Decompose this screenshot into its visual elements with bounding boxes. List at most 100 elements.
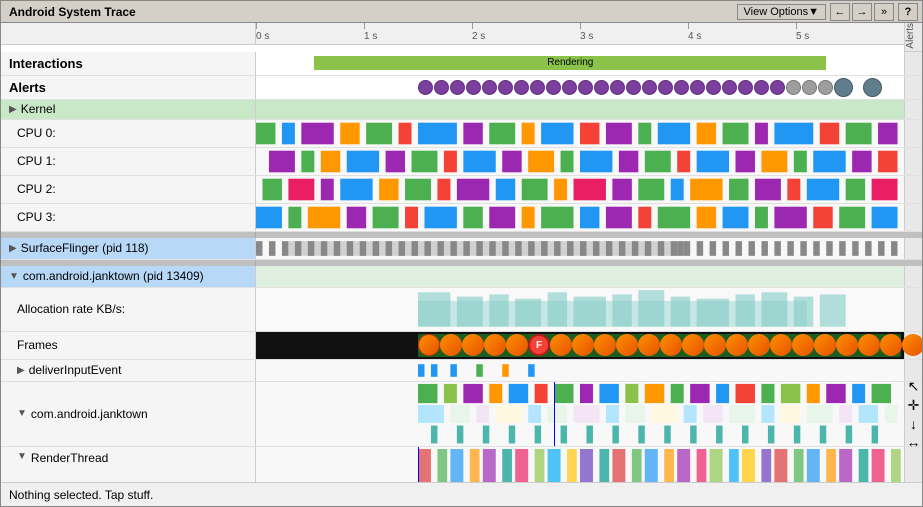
cpu2-label[interactable]: CPU 2:	[1, 176, 256, 203]
deliver-arrow: ▶	[17, 365, 25, 376]
frame-circle	[704, 334, 726, 356]
toolbar: View Options▼ ← → » ?	[737, 3, 919, 21]
app-window: Android System Trace View Options▼ ← → »…	[0, 0, 923, 507]
frame-circle	[682, 334, 704, 356]
frame-circle	[902, 334, 922, 356]
nav-buttons: ← → »	[830, 3, 894, 21]
janktown-trace-label[interactable]: ▼ com.android.janktown	[1, 382, 256, 446]
surfaceflinger-content[interactable]	[256, 238, 904, 259]
cpu1-trace	[256, 148, 904, 175]
alert-circle-large2	[863, 78, 882, 97]
interactions-label[interactable]: Interactions	[1, 52, 256, 75]
cpu3-spacer	[904, 204, 922, 231]
kernel-row: ▶ Kernel	[1, 100, 922, 120]
alerts-row: Alerts	[1, 76, 922, 100]
render-trace-svg	[256, 447, 904, 482]
cpu0-trace	[256, 120, 904, 147]
alert-circle	[482, 80, 497, 95]
nav-forward-button[interactable]: »	[874, 3, 894, 21]
kernel-label[interactable]: ▶ Kernel	[1, 100, 256, 119]
frame-circle	[660, 334, 682, 356]
cpu0-label[interactable]: CPU 0:	[1, 120, 256, 147]
alloc-chart	[256, 288, 904, 331]
alloc-label[interactable]: Allocation rate KB/s:	[1, 288, 256, 331]
surfaceflinger-row: ▶ SurfaceFlinger (pid 118)	[1, 238, 922, 260]
alert-circle	[546, 80, 561, 95]
tick-1s: 1 s	[364, 31, 377, 42]
frame-circle	[748, 334, 770, 356]
view-options-button[interactable]: View Options▼	[737, 4, 827, 20]
alert-circle-gray	[818, 80, 833, 95]
janktown-arrow: ▼	[9, 271, 19, 282]
deliver-row: ▶ deliverInputEvent	[1, 360, 922, 382]
rendering-bar: Rendering	[314, 56, 826, 70]
cpu3-label[interactable]: CPU 3:	[1, 204, 256, 231]
surfaceflinger-label[interactable]: ▶ SurfaceFlinger (pid 118)	[1, 238, 256, 259]
alert-circle	[706, 80, 721, 95]
main-content: 0 s 1 s 2 s 3 s 4 s 5 s Alerts Interacti…	[1, 23, 922, 482]
cpu3-trace	[256, 204, 904, 231]
alloc-spacer	[904, 288, 922, 331]
cpu3-row: CPU 3:	[1, 204, 922, 232]
trace-rows: Interactions Rendering Alerts	[1, 52, 922, 482]
deliver-label[interactable]: ▶ deliverInputEvent	[1, 360, 256, 381]
cursor-tool-icon[interactable]: ↖	[908, 378, 920, 395]
frame-circle	[638, 334, 660, 356]
sf-spacer	[904, 238, 922, 259]
frame-circle	[726, 334, 748, 356]
move-tool-icon[interactable]: ✛	[908, 397, 920, 414]
tick-0s: 0 s	[256, 31, 269, 42]
sf-arrow: ▶	[9, 243, 17, 254]
renderthread-row: ▼ RenderThread	[1, 447, 922, 482]
render-cursor	[418, 447, 419, 482]
frames-content[interactable]: F	[256, 332, 904, 359]
janktown-header-row: ▼ com.android.janktown (pid 13409)	[1, 266, 922, 288]
frame-circle	[836, 334, 858, 356]
alert-circle	[674, 80, 689, 95]
kernel-content[interactable]	[256, 100, 904, 119]
cpu0-spacer	[904, 120, 922, 147]
alert-circle	[434, 80, 449, 95]
status-message: Nothing selected. Tap stuff.	[9, 488, 153, 502]
alloc-content[interactable]	[256, 288, 904, 331]
deliver-content[interactable]	[256, 360, 904, 381]
cpu2-row: CPU 2:	[1, 176, 922, 204]
cpu2-content[interactable]	[256, 176, 904, 203]
cpu2-spacer	[904, 176, 922, 203]
cpu1-content[interactable]	[256, 148, 904, 175]
alert-circle	[594, 80, 609, 95]
alert-circle	[562, 80, 577, 95]
alert-circle	[514, 80, 529, 95]
down-arrow-icon[interactable]: ↓	[910, 416, 917, 432]
alerts-content[interactable]	[256, 76, 904, 100]
alert-circles	[418, 78, 882, 97]
interactions-content[interactable]: Rendering	[256, 52, 904, 76]
cpu0-content[interactable]	[256, 120, 904, 147]
alerts-label[interactable]: Alerts	[1, 76, 256, 99]
help-button[interactable]: ?	[898, 3, 918, 21]
janktown-header-content[interactable]	[256, 266, 904, 287]
alert-circle	[738, 80, 753, 95]
alloc-rate-row: Allocation rate KB/s:	[1, 288, 922, 332]
frame-circle	[550, 334, 572, 356]
cpu3-content[interactable]	[256, 204, 904, 231]
tick-5s: 5 s	[796, 31, 809, 42]
nav-back-button[interactable]: ←	[830, 3, 850, 21]
nav-forward-small-button[interactable]: →	[852, 3, 872, 21]
frames-label[interactable]: Frames	[1, 332, 256, 359]
alert-circle	[418, 80, 433, 95]
frame-circle	[594, 334, 616, 356]
cpu1-label[interactable]: CPU 1:	[1, 148, 256, 175]
timeline-header: 0 s 1 s 2 s 3 s 4 s 5 s	[256, 23, 904, 45]
frame-circle	[792, 334, 814, 356]
alert-circle	[530, 80, 545, 95]
alert-circle	[770, 80, 785, 95]
renderthread-label[interactable]: ▼ RenderThread	[1, 447, 256, 482]
sf-trace	[256, 238, 904, 259]
tool-panel: ↖ ✛ ↓ ↔	[904, 382, 922, 446]
frame-circle	[506, 334, 528, 356]
janktown-trace-content[interactable]	[256, 382, 904, 446]
window-title: Android System Trace	[5, 5, 136, 19]
renderthread-content[interactable]	[256, 447, 904, 482]
janktown-header-label[interactable]: ▼ com.android.janktown (pid 13409)	[1, 266, 256, 287]
